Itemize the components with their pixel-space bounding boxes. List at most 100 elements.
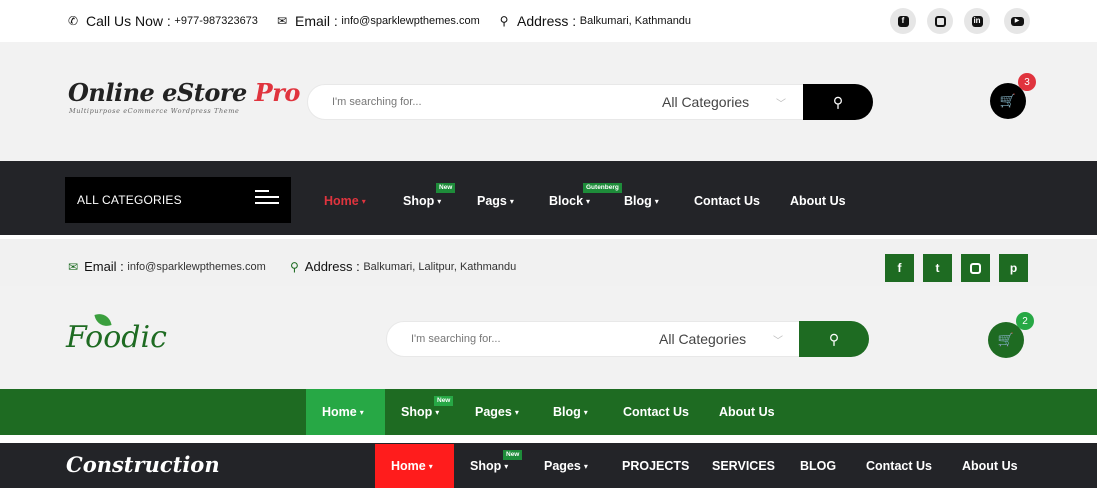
- phone-icon: ✆: [67, 14, 79, 28]
- construction-nav-services[interactable]: SERVICES: [712, 459, 775, 473]
- address-value: Balkumari, Lalitpur, Kathmandu: [363, 260, 517, 273]
- nav-blog[interactable]: Blog ▾: [624, 194, 659, 208]
- construction-nav-shop[interactable]: Shop ▾: [470, 459, 508, 473]
- chevron-down-icon: ▾: [583, 408, 588, 417]
- foodic-search-bar: I'm searching for... All Categories ﹀ ⚲: [386, 321, 869, 357]
- new-badge: New: [436, 183, 456, 193]
- foodic-nav-home[interactable]: Home ▾: [322, 405, 364, 419]
- search-input[interactable]: I'm searching for...: [332, 96, 422, 108]
- foodic-nav-pages[interactable]: Pages ▾: [475, 405, 519, 419]
- cart-icon: 🛒: [997, 332, 1015, 347]
- chevron-down-icon: ﹀: [776, 99, 786, 110]
- chevron-down-icon: ▾: [428, 462, 433, 471]
- gutenberg-badge: Gutenberg: [583, 183, 622, 193]
- foodic-navbar: [0, 389, 1097, 435]
- nav-block-label: Block: [549, 194, 584, 208]
- category-select[interactable]: All Categories: [659, 331, 746, 347]
- estore-call-info: ✆ Call Us Now : +977-987323673: [66, 13, 258, 29]
- search-button[interactable]: ⚲: [799, 321, 869, 357]
- all-categories-label: ALL CATEGORIES: [77, 193, 182, 207]
- foodic-address-info: ⚲ Address : Balkumari, Lalitpur, Kathman…: [290, 259, 516, 274]
- construction-nav-home[interactable]: Home ▾: [391, 459, 433, 473]
- chevron-down-icon: ▾: [359, 408, 364, 417]
- nav-shop[interactable]: Shop ▾: [403, 194, 441, 208]
- nav-blog-label: Blog: [624, 194, 652, 208]
- email-value[interactable]: info@sparklewpthemes.com: [341, 15, 479, 27]
- facebook-icon[interactable]: f: [885, 254, 914, 282]
- foodic-logo[interactable]: Foodic: [66, 320, 167, 355]
- email-label: Email :: [84, 259, 124, 274]
- construction-nav-about[interactable]: About Us: [962, 459, 1018, 473]
- nav-pags-label: Pags: [477, 194, 507, 208]
- foodic-nav-about[interactable]: About Us: [719, 405, 775, 419]
- email-label: Email :: [295, 13, 338, 29]
- search-icon: ⚲: [828, 330, 840, 347]
- menu-icon: [255, 190, 279, 208]
- chevron-down-icon: ▾: [583, 462, 588, 471]
- nav-shop-label: Shop: [403, 194, 435, 208]
- search-icon: ⚲: [832, 93, 844, 110]
- nav-home-label: Home: [322, 405, 357, 419]
- nav-pages-label: Pages: [475, 405, 512, 419]
- chevron-down-icon: ▾: [509, 197, 514, 206]
- nav-about[interactable]: About Us: [790, 194, 846, 208]
- address-label: Address :: [517, 13, 577, 29]
- call-value[interactable]: +977-987323673: [174, 15, 258, 27]
- search-input[interactable]: I'm searching for...: [411, 333, 501, 345]
- nav-home-label: Home: [391, 459, 426, 473]
- logo-main-text: Online eStore: [68, 78, 255, 107]
- construction-nav-projects[interactable]: PROJECTS: [622, 459, 689, 473]
- nav-contact[interactable]: Contact Us: [694, 194, 760, 208]
- chevron-down-icon: ▾: [361, 197, 366, 206]
- facebook-icon[interactable]: f: [890, 8, 916, 34]
- chevron-down-icon: ▾: [435, 408, 440, 417]
- instagram-icon[interactable]: [927, 8, 953, 34]
- cart-button[interactable]: 🛒 2: [988, 312, 1034, 358]
- cart-count-badge: 3: [1018, 73, 1036, 91]
- chevron-down-icon: ▾: [504, 462, 509, 471]
- nav-pags[interactable]: Pags ▾: [477, 194, 514, 208]
- estore-logo[interactable]: Online eStore Pro: [68, 78, 300, 107]
- construction-logo[interactable]: Construction: [66, 452, 220, 477]
- all-categories-button[interactable]: ALL CATEGORIES: [65, 177, 291, 223]
- search-button[interactable]: ⚲: [803, 84, 873, 120]
- linkedin-icon[interactable]: in: [964, 8, 990, 34]
- nav-shop-label: Shop: [470, 459, 502, 473]
- address-value: Balkumari, Kathmandu: [579, 15, 692, 27]
- logo-accent-text: Pro: [254, 78, 301, 107]
- nav-blog-label: Blog: [553, 405, 581, 419]
- foodic-nav-blog[interactable]: Blog ▾: [553, 405, 588, 419]
- envelope-icon: ✉: [276, 14, 288, 28]
- estore-tagline: Multipurpose eCommerce Wordpress Theme: [69, 107, 240, 115]
- nav-block[interactable]: Block ▾: [549, 194, 590, 208]
- nav-home[interactable]: Home ▾: [324, 194, 366, 208]
- email-value[interactable]: info@sparklewpthemes.com: [127, 261, 265, 273]
- construction-nav-contact[interactable]: Contact Us: [866, 459, 932, 473]
- cart-icon: 🛒: [999, 93, 1017, 108]
- foodic-nav-contact[interactable]: Contact Us: [623, 405, 689, 419]
- nav-shop-label: Shop: [401, 405, 433, 419]
- chevron-down-icon: ▾: [514, 408, 519, 417]
- twitter-icon[interactable]: t: [923, 254, 952, 282]
- construction-nav-blog[interactable]: BLOG: [800, 459, 836, 473]
- estore-address-info: ⚲ Address : Balkumari, Kathmandu: [497, 13, 691, 29]
- map-marker-icon: ⚲: [499, 14, 509, 28]
- youtube-icon[interactable]: ▶: [1004, 8, 1030, 34]
- foodic-email-info: ✉ Email : info@sparklewpthemes.com: [68, 259, 266, 274]
- construction-nav-pages[interactable]: Pages ▾: [544, 459, 588, 473]
- chevron-down-icon: ▾: [654, 197, 659, 206]
- nav-pages-label: Pages: [544, 459, 581, 473]
- chevron-down-icon: ▾: [437, 197, 442, 206]
- pinterest-icon[interactable]: p: [999, 254, 1028, 282]
- chevron-down-icon: ▾: [586, 197, 591, 206]
- cart-button[interactable]: 🛒 3: [990, 73, 1036, 119]
- estore-header: Online eStore Pro Multipurpose eCommerce…: [0, 42, 1097, 161]
- address-label: Address :: [304, 259, 360, 274]
- chevron-down-icon: ﹀: [773, 336, 783, 347]
- foodic-nav-shop[interactable]: Shop ▾: [401, 405, 439, 419]
- estore-email-info: ✉ Email : info@sparklewpthemes.com: [275, 13, 480, 29]
- category-select[interactable]: All Categories: [662, 94, 749, 110]
- call-label: Call Us Now :: [86, 13, 171, 29]
- instagram-icon[interactable]: [961, 254, 990, 282]
- cart-count-badge: 2: [1016, 312, 1034, 330]
